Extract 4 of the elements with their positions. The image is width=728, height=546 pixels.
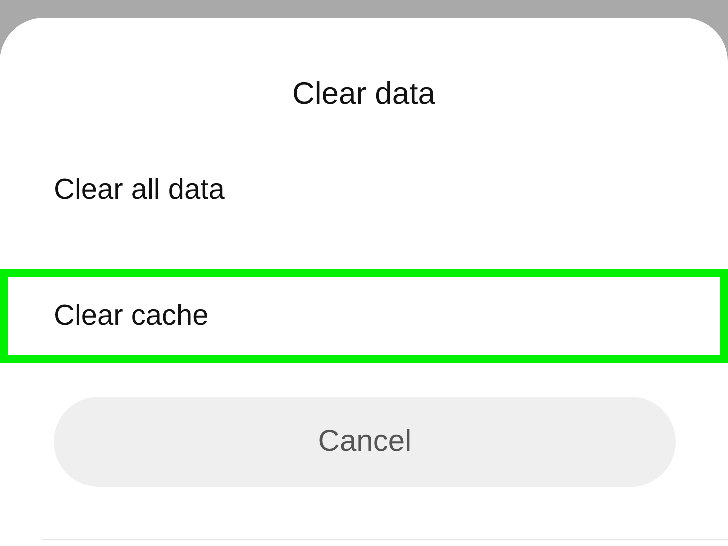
dialog-title: Clear data	[291, 76, 437, 112]
menu-option[interactable]: Clear all data	[0, 165, 728, 269]
cancel-button[interactable]: Cancel	[54, 397, 676, 487]
highlighted-option[interactable]: Clear cache	[0, 269, 728, 363]
